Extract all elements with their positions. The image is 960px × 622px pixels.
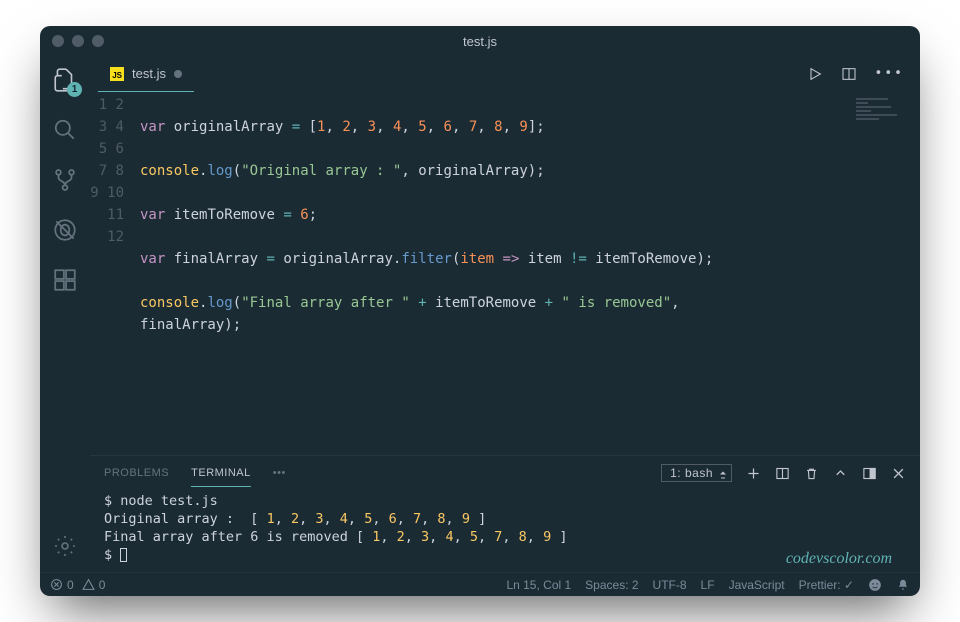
terminal-selector[interactable]: 1: bash: [661, 464, 732, 482]
maximize-panel-icon[interactable]: [833, 466, 848, 481]
status-eol[interactable]: LF: [701, 578, 715, 592]
problems-tab[interactable]: PROBLEMS: [104, 467, 169, 479]
explorer-badge: 1: [67, 82, 82, 97]
debug-icon[interactable]: [51, 216, 79, 244]
extensions-icon[interactable]: [51, 266, 79, 294]
maximize-window-button[interactable]: [92, 35, 104, 47]
status-indent[interactable]: Spaces: 2: [585, 578, 638, 592]
explorer-icon[interactable]: 1: [51, 66, 79, 94]
status-encoding[interactable]: UTF-8: [653, 578, 687, 592]
more-panels-icon[interactable]: •••: [273, 467, 286, 479]
status-errors[interactable]: 0: [50, 578, 74, 592]
status-prettier[interactable]: Prettier: ✓: [799, 578, 854, 592]
watermark: codevscolor.com: [786, 550, 892, 568]
split-terminal-icon[interactable]: [775, 466, 790, 481]
unsaved-indicator-icon: [174, 70, 182, 78]
search-icon[interactable]: [51, 116, 79, 144]
new-terminal-icon[interactable]: [746, 466, 761, 481]
status-bell-icon[interactable]: [896, 578, 910, 592]
tab-label: test.js: [132, 66, 166, 81]
tab-test-js[interactable]: JS test.js: [98, 56, 194, 92]
code-editor[interactable]: 1 2 3 4 5 6 7 8 9 10 11 12 var originalA…: [90, 92, 850, 455]
minimize-window-button[interactable]: [72, 35, 84, 47]
line-gutter: 1 2 3 4 5 6 7 8 9 10 11 12: [90, 94, 140, 455]
status-warnings[interactable]: 0: [82, 578, 106, 592]
titlebar: test.js: [40, 26, 920, 56]
window-controls: [52, 35, 104, 47]
editor-tabs: JS test.js •••: [90, 56, 920, 92]
close-panel-icon[interactable]: [891, 466, 906, 481]
kill-terminal-icon[interactable]: [804, 466, 819, 481]
status-cursor-position[interactable]: Ln 15, Col 1: [506, 578, 571, 592]
window-title: test.js: [463, 34, 497, 49]
split-editor-icon[interactable]: [841, 66, 857, 82]
more-actions-icon[interactable]: •••: [875, 66, 904, 82]
editor-group: JS test.js ••• 1 2 3 4 5 6 7 8: [90, 56, 920, 572]
editor-actions: •••: [807, 66, 920, 82]
move-panel-icon[interactable]: [862, 466, 877, 481]
vscode-window: test.js 1: [40, 26, 920, 596]
activity-bar: 1: [40, 56, 90, 572]
js-file-icon: JS: [110, 67, 124, 81]
status-feedback-icon[interactable]: [868, 578, 882, 592]
status-bar: 0 0 Ln 15, Col 1 Spaces: 2 UTF-8 LF Java…: [40, 572, 920, 596]
minimap[interactable]: [850, 92, 920, 455]
status-language[interactable]: JavaScript: [729, 578, 785, 592]
code-content[interactable]: var originalArray = [1, 2, 3, 4, 5, 6, 7…: [140, 94, 850, 455]
settings-gear-icon[interactable]: [51, 532, 79, 560]
source-control-icon[interactable]: [51, 166, 79, 194]
terminal-tab[interactable]: TERMINAL: [191, 467, 251, 487]
close-window-button[interactable]: [52, 35, 64, 47]
run-icon[interactable]: [807, 66, 823, 82]
